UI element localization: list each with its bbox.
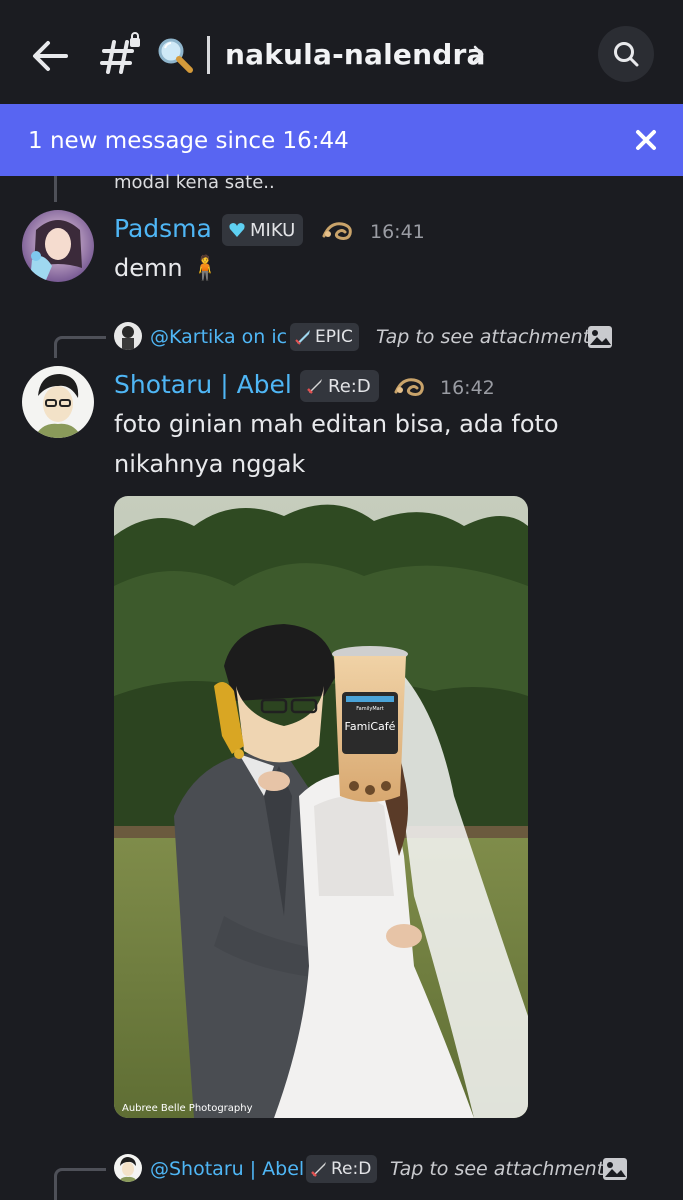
arrow-left-icon[interactable] xyxy=(28,34,72,78)
message-text-line: nikahnya nggak xyxy=(114,450,306,478)
dragon-icon xyxy=(392,372,430,400)
reply-connector xyxy=(54,336,106,358)
badge-label: MIKU xyxy=(250,219,296,241)
guild-tag-badge[interactable]: MIKU xyxy=(222,214,304,246)
message-author[interactable]: Shotaru | Abel xyxy=(114,370,292,399)
crossed-swords-icon xyxy=(307,379,322,394)
cup-brand-text: FamiCafé xyxy=(345,720,396,733)
reply-attachment-link[interactable]: Tap to see attachment xyxy=(390,1158,604,1180)
reply-author[interactable]: @Kartika on ic xyxy=(150,326,287,348)
new-messages-banner[interactable]: 1 new message since 16:44 xyxy=(0,104,683,176)
sword-icon xyxy=(295,330,310,345)
image-icon xyxy=(587,325,613,349)
badge-label: Re:D xyxy=(328,375,371,397)
reply-author[interactable]: @Shotaru | Abel xyxy=(150,1158,304,1180)
avatar[interactable] xyxy=(22,366,94,438)
new-messages-text: 1 new message since 16:44 xyxy=(28,128,349,154)
guild-tag-badge[interactable]: Re:D xyxy=(300,370,379,402)
image-icon xyxy=(602,1157,628,1181)
reply-badge-label: EPIC xyxy=(315,327,353,347)
search-button[interactable] xyxy=(598,26,654,82)
chevron-right-icon[interactable] xyxy=(470,42,488,66)
reply-badge-label: Re:D xyxy=(331,1159,372,1179)
reply-connector xyxy=(54,176,57,202)
crossed-swords-icon xyxy=(311,1162,326,1177)
reply-connector xyxy=(54,1168,106,1200)
reply-avatar xyxy=(114,1154,142,1182)
top-bar: nakula-nalendra xyxy=(0,0,683,104)
search-icon xyxy=(614,42,639,67)
avatar[interactable] xyxy=(22,210,94,282)
image-attachment[interactable]: FamiCafé FamilyMart Aubree Belle Photogr… xyxy=(114,496,528,1118)
heart-gem-icon xyxy=(229,223,245,237)
message-timestamp: 16:41 xyxy=(370,221,425,243)
reply-guild-badge: EPIC xyxy=(290,323,359,351)
dragon-icon xyxy=(320,216,358,244)
channel-title[interactable]: nakula-nalendra xyxy=(225,38,486,71)
close-icon[interactable] xyxy=(632,126,660,154)
message-author[interactable]: Padsma xyxy=(114,214,212,243)
message-text-line: foto ginian mah editan bisa, ada foto xyxy=(114,410,559,438)
reply-attachment-link[interactable]: Tap to see attachment xyxy=(376,326,590,348)
hashtag-lock-icon xyxy=(100,32,150,76)
magnifier-emoji-icon xyxy=(156,36,194,74)
photo-credit: Aubree Belle Photography xyxy=(122,1103,253,1114)
message-text: demn 🧍 xyxy=(114,254,221,282)
previous-message-text: modal kena sate.. xyxy=(114,172,275,193)
wedding-photo: FamiCafé FamilyMart xyxy=(114,496,528,1118)
reply-avatar xyxy=(114,322,142,350)
title-divider xyxy=(207,36,210,74)
message-timestamp: 16:42 xyxy=(440,377,495,399)
cup-store-text: FamilyMart xyxy=(356,706,384,712)
reply-guild-badge: Re:D xyxy=(306,1155,378,1183)
